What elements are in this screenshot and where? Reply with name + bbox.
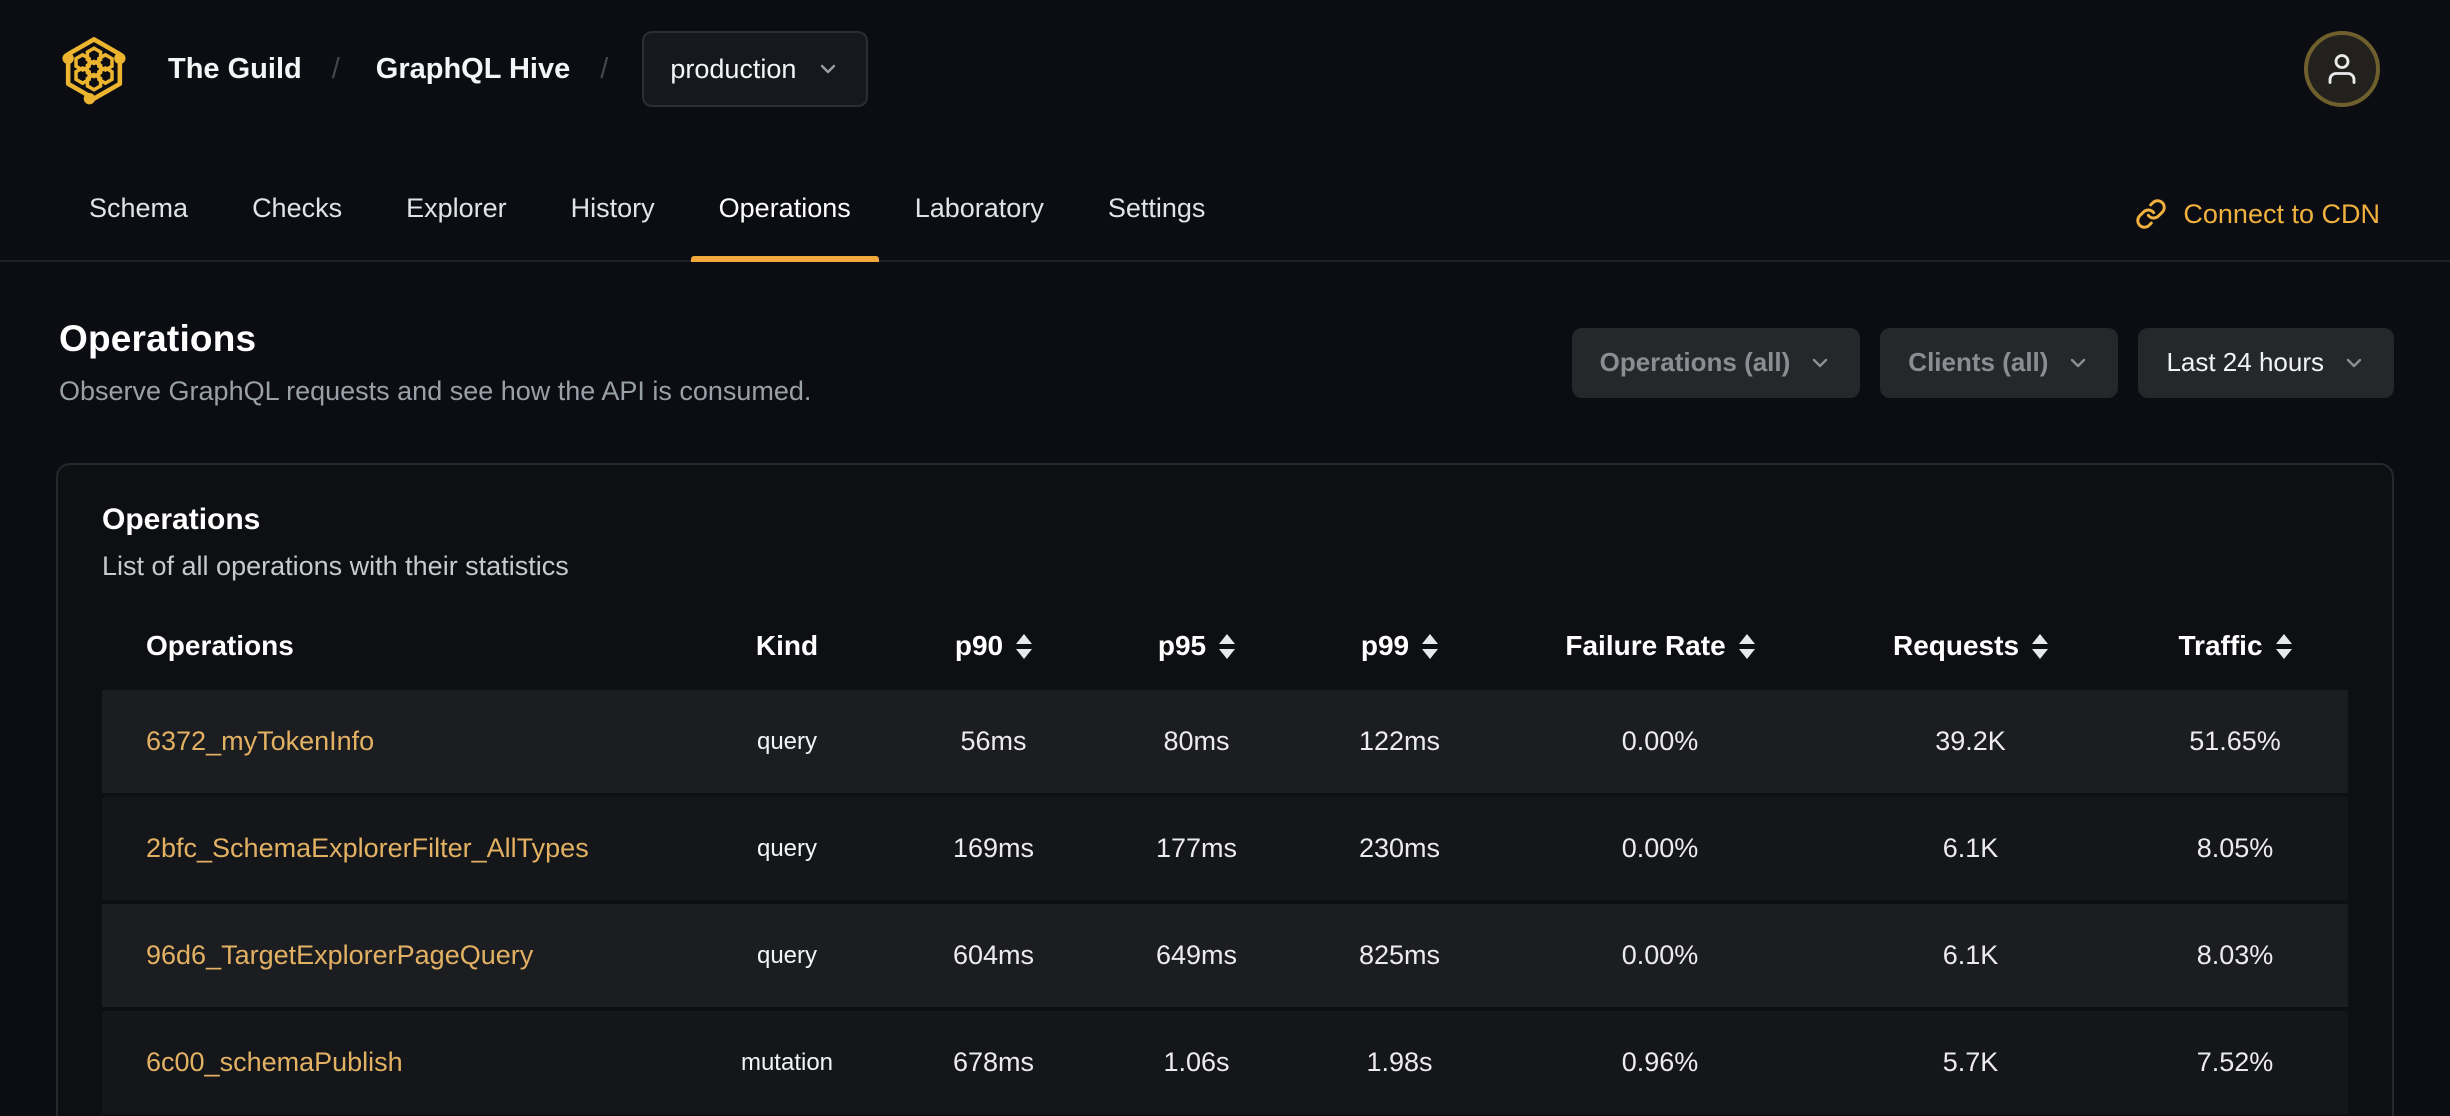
breadcrumb-project[interactable]: GraphQL Hive: [376, 53, 570, 86]
cell-traffic: 8.05%: [2122, 797, 2348, 900]
cell-p95: 80ms: [1095, 690, 1298, 793]
cell-failure-rate: 0.00%: [1501, 690, 1819, 793]
cell-failure-rate: 0.96%: [1501, 1011, 1819, 1114]
tab-checks[interactable]: Checks: [252, 193, 342, 260]
table-row: 96d6_TargetExplorerPageQuery query 604ms…: [102, 904, 2348, 1007]
operations-card: Operations List of all operations with t…: [56, 463, 2394, 1116]
sort-arrows-icon: [2032, 633, 2049, 659]
cell-requests: 5.7K: [1819, 1011, 2122, 1114]
user-avatar-button[interactable]: [2304, 31, 2380, 107]
user-icon: [2328, 54, 2356, 84]
column-header-kind: Kind: [755, 630, 819, 661]
cell-p95: 1.06s: [1095, 1011, 1298, 1114]
cell-p90: 678ms: [892, 1011, 1095, 1114]
top-bar: The Guild / GraphQL Hive / production: [0, 0, 2450, 112]
operation-link[interactable]: 96d6_TargetExplorerPageQuery: [146, 940, 533, 970]
operation-link[interactable]: 6372_myTokenInfo: [146, 726, 374, 756]
tab-explorer[interactable]: Explorer: [406, 193, 507, 260]
cell-kind: query: [682, 797, 892, 900]
column-label: p90: [954, 630, 1004, 661]
connect-to-cdn-label: Connect to CDN: [2183, 198, 2380, 229]
cell-p95: 177ms: [1095, 797, 1298, 900]
filter-bar: Operations (all) Clients (all) Last 24 h…: [1571, 327, 2394, 398]
column-header-p90[interactable]: p90: [892, 610, 1095, 686]
breadcrumb-separator: /: [600, 52, 609, 85]
operations-table: Operations Kind p90 p95 p99 Failure Rate…: [102, 606, 2348, 1116]
column-header-traffic[interactable]: Traffic: [2122, 610, 2348, 686]
table-row: 6372_myTokenInfo query 56ms 80ms 122ms 0…: [102, 690, 2348, 793]
clients-filter-dropdown[interactable]: Clients (all): [1880, 327, 2119, 398]
period-filter-label: Last 24 hours: [2166, 347, 2324, 377]
cell-requests: 6.1K: [1819, 904, 2122, 1007]
operations-filter-dropdown[interactable]: Operations (all): [1571, 327, 1861, 398]
tab-settings[interactable]: Settings: [1108, 193, 1206, 260]
column-label: Traffic: [2178, 630, 2263, 661]
cell-failure-rate: 0.00%: [1501, 904, 1819, 1007]
table-header-row: Operations Kind p90 p95 p99 Failure Rate…: [102, 610, 2348, 686]
cell-p90: 169ms: [892, 797, 1095, 900]
link-icon: [2136, 199, 2167, 229]
column-header-requests[interactable]: Requests: [1819, 610, 2122, 686]
breadcrumb-org[interactable]: The Guild: [168, 53, 302, 86]
cell-p99: 1.98s: [1298, 1011, 1501, 1114]
cell-p99: 230ms: [1298, 797, 1501, 900]
target-selector-value: production: [670, 53, 797, 84]
column-header-p95[interactable]: p95: [1095, 610, 1298, 686]
chevron-down-icon: [2071, 358, 2086, 367]
chevron-down-icon: [2346, 358, 2362, 367]
cell-requests: 6.1K: [1819, 797, 2122, 900]
cell-failure-rate: 0.00%: [1501, 797, 1819, 900]
cell-p90: 604ms: [892, 904, 1095, 1007]
page-subtitle: Observe GraphQL requests and see how the…: [59, 376, 812, 406]
table-row: 2bfc_SchemaExplorerFilter_AllTypes query…: [102, 797, 2348, 900]
cell-p99: 825ms: [1298, 904, 1501, 1007]
breadcrumb-separator: /: [331, 52, 340, 85]
tab-schema[interactable]: Schema: [89, 193, 188, 260]
card-subtitle: List of all operations with their statis…: [102, 551, 569, 581]
page-header-text: Operations Observe GraphQL requests and …: [59, 318, 811, 407]
cell-p99: 122ms: [1298, 690, 1501, 793]
chevron-down-icon: [1813, 358, 1828, 367]
sort-arrows-icon: [2275, 633, 2292, 659]
hive-logo-icon: [62, 37, 126, 105]
tab-history[interactable]: History: [571, 193, 655, 260]
column-header-failure-rate[interactable]: Failure Rate: [1501, 610, 1819, 686]
cell-kind: query: [682, 690, 892, 793]
card-title: Operations: [102, 503, 261, 536]
period-filter-dropdown[interactable]: Last 24 hours: [2138, 327, 2394, 398]
cell-kind: query: [682, 904, 892, 1007]
page-header: Operations Observe GraphQL requests and …: [0, 262, 2450, 407]
page-title: Operations: [59, 318, 257, 359]
cell-p95: 649ms: [1095, 904, 1298, 1007]
table-row: 6c00_schemaPublish mutation 678ms 1.06s …: [102, 1011, 2348, 1114]
operation-link[interactable]: 2bfc_SchemaExplorerFilter_AllTypes: [146, 833, 589, 863]
cell-traffic: 8.03%: [2122, 904, 2348, 1007]
cell-traffic: 7.52%: [2122, 1011, 2348, 1114]
sort-arrows-icon: [1738, 633, 1755, 659]
tab-laboratory[interactable]: Laboratory: [915, 193, 1044, 260]
operation-link[interactable]: 6c00_schemaPublish: [146, 1047, 403, 1077]
operations-filter-label: Operations (all): [1599, 347, 1791, 377]
cell-p90: 56ms: [892, 690, 1095, 793]
graphql-hive-app: { "header": { "org": "The Guild", "proje…: [0, 0, 2450, 1116]
chevron-down-icon: [821, 64, 836, 74]
column-label: p99: [1360, 630, 1410, 661]
column-header-operations: Operations: [146, 630, 294, 661]
sort-arrows-icon: [1219, 633, 1236, 659]
tab-operations[interactable]: Operations: [690, 193, 879, 262]
connect-to-cdn-link[interactable]: Connect to CDN: [2135, 198, 2380, 260]
main-nav: Schema Checks Explorer History Operation…: [0, 112, 2450, 262]
sort-arrows-icon: [1422, 633, 1439, 659]
target-selector-dropdown[interactable]: production: [642, 31, 869, 107]
cell-traffic: 51.65%: [2122, 690, 2348, 793]
clients-filter-label: Clients (all): [1908, 347, 2049, 377]
column-label: Requests: [1892, 630, 2020, 661]
sort-arrows-icon: [1016, 633, 1033, 659]
column-header-p99[interactable]: p99: [1298, 610, 1501, 686]
cell-kind: mutation: [682, 1011, 892, 1114]
cell-requests: 39.2K: [1819, 690, 2122, 793]
column-label: p95: [1157, 630, 1207, 661]
column-label: Failure Rate: [1565, 630, 1726, 661]
